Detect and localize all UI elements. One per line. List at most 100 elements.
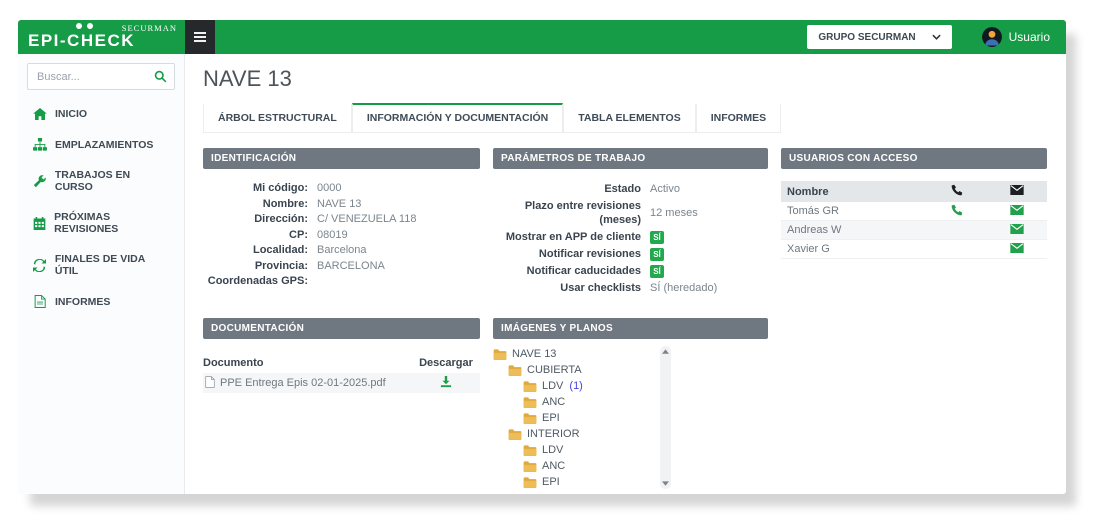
tree-item[interactable]: EPI bbox=[493, 410, 655, 426]
tab[interactable]: TABLA ELEMENTOS bbox=[563, 103, 695, 133]
field-value: NAVE 13 bbox=[317, 198, 480, 212]
main-content: NAVE 13 ÁRBOL ESTRUCTURAL INFORMACIÓN Y … bbox=[185, 54, 1066, 494]
group-selector[interactable]: GRUPO SECURMAN bbox=[807, 25, 951, 49]
tab[interactable]: INFORMACIÓN Y DOCUMENTACIÓN bbox=[352, 103, 563, 133]
tree-item[interactable]: ANC bbox=[493, 394, 655, 410]
user-name: Andreas W bbox=[781, 224, 927, 236]
users-table: Nombre Tomás GR bbox=[781, 181, 1047, 259]
phone-icon[interactable] bbox=[927, 204, 987, 219]
sidebar-item[interactable]: FINALES DE VIDA ÚTIL bbox=[18, 244, 184, 286]
sidebar-item[interactable]: EMPLAZAMIENTOS bbox=[18, 129, 184, 160]
tree-item[interactable]: LDV (1) bbox=[493, 378, 655, 394]
sidebar-item[interactable]: INICIO bbox=[18, 99, 184, 129]
sidebar-item[interactable]: TRABAJOS EN CURSO bbox=[18, 160, 184, 202]
tree-item-label: CUBIERTA bbox=[527, 364, 582, 376]
envelope-icon[interactable] bbox=[987, 205, 1047, 218]
home-icon bbox=[32, 108, 47, 120]
tree-item-label: EPI bbox=[542, 476, 560, 488]
identification-panel-header: IDENTIFICACIÓN bbox=[203, 148, 480, 169]
field-value bbox=[317, 275, 480, 289]
table-row: Andreas W bbox=[781, 221, 1047, 240]
users-access-panel: USUARIOS CON ACCESO Nombre Tomás GR bbox=[781, 148, 1047, 306]
brand-logo: SECURMAN EPI-CHECK bbox=[18, 20, 185, 54]
folder-icon bbox=[523, 381, 537, 392]
envelope-icon[interactable] bbox=[987, 224, 1047, 237]
tree-item[interactable]: NAVE 13 bbox=[493, 346, 655, 362]
tree-item[interactable]: INTERIOR bbox=[493, 426, 655, 442]
tree-item[interactable]: ANC bbox=[493, 458, 655, 474]
tab[interactable]: INFORMES bbox=[696, 103, 781, 133]
sidebar-nav: INICIO EMPLAZAMIENTOS TRABAJOS EN CURSO bbox=[18, 99, 184, 317]
tree-item[interactable]: CUBIERTA bbox=[493, 362, 655, 378]
scroll-down-icon[interactable] bbox=[662, 481, 669, 486]
document-name[interactable]: PPE Entrega Epis 02-01-2025.pdf bbox=[220, 377, 386, 389]
field-value: SÍ bbox=[650, 265, 664, 278]
file-pdf-icon bbox=[32, 295, 47, 308]
users-name-column: Nombre bbox=[781, 186, 927, 198]
field-value: Barcelona bbox=[317, 244, 480, 258]
identification-fields: Mi código: 0000 Nombre: NAVE 13 Direcció… bbox=[203, 182, 480, 289]
field-label: CP: bbox=[203, 229, 308, 243]
calendar-icon bbox=[32, 217, 46, 230]
user-name: Xavier G bbox=[781, 243, 927, 255]
users-table-header: Nombre bbox=[781, 181, 1047, 202]
tree-item-label: EPI bbox=[542, 412, 560, 424]
field-value: SÍ bbox=[650, 231, 664, 244]
page-title: NAVE 13 bbox=[203, 66, 1048, 92]
users-table-body: Tomás GR Andreas W bbox=[781, 202, 1047, 259]
field-value: C/ VENEZUELA 118 bbox=[317, 213, 480, 227]
download-column: Descargar bbox=[412, 357, 480, 369]
sync-icon bbox=[32, 259, 47, 272]
work-params-panel: PARÁMETROS DE TRABAJO Estado Activo Plaz… bbox=[493, 148, 768, 306]
sidebar-item[interactable]: PRÓXIMAS REVISIONES bbox=[18, 202, 184, 244]
field-value: 12 meses bbox=[650, 206, 768, 220]
folder-icon bbox=[523, 397, 537, 408]
tree-item-count: (1) bbox=[569, 380, 582, 392]
wrench-icon bbox=[32, 175, 47, 188]
field-label: Provincia: bbox=[203, 260, 308, 274]
field-value: Activo bbox=[650, 182, 768, 196]
scroll-up-icon[interactable] bbox=[662, 349, 669, 354]
sidebar-item-label: EMPLAZAMIENTOS bbox=[55, 139, 153, 151]
sidebar-item-label: TRABAJOS EN CURSO bbox=[55, 169, 170, 193]
tree-item-label: NAVE 13 bbox=[512, 348, 556, 360]
app-window: SECURMAN EPI-CHECK GRUPO SECURMAN bbox=[18, 20, 1066, 494]
folder-icon bbox=[523, 413, 537, 424]
field-value: SÍ (heredado) bbox=[650, 281, 768, 295]
sidebar: INICIO EMPLAZAMIENTOS TRABAJOS EN CURSO bbox=[18, 54, 185, 494]
images-plans-panel: IMÁGENES Y PLANOS NAVE 13 bbox=[493, 318, 768, 489]
field-label: Plazo entre revisiones (meses) bbox=[493, 199, 641, 227]
file-icon bbox=[205, 376, 215, 391]
logo-dots-icon bbox=[76, 23, 93, 29]
documents-table-body: PPE Entrega Epis 02-01-2025.pdf bbox=[203, 373, 480, 393]
tree-item[interactable]: EPI bbox=[493, 474, 655, 489]
envelope-icon[interactable] bbox=[987, 243, 1047, 256]
tree-scrollbar[interactable] bbox=[660, 346, 671, 489]
tab-bar: ÁRBOL ESTRUCTURAL INFORMACIÓN Y DOCUMENT… bbox=[203, 103, 1048, 133]
folder-icon bbox=[523, 461, 537, 472]
menu-toggle-button[interactable] bbox=[185, 20, 215, 54]
tab[interactable]: ÁRBOL ESTRUCTURAL bbox=[203, 103, 352, 133]
documents-panel: DOCUMENTACIÓN Documento Descargar bbox=[203, 318, 480, 489]
folder-icon bbox=[493, 349, 507, 360]
field-value: 08019 bbox=[317, 229, 480, 243]
group-selector-value: GRUPO SECURMAN bbox=[818, 32, 915, 43]
field-label: Estado bbox=[493, 182, 641, 196]
folder-tree-items: NAVE 13 CUBIERTA bbox=[493, 346, 655, 489]
user-menu[interactable]: Usuario bbox=[982, 20, 1050, 54]
search-icon[interactable] bbox=[154, 70, 167, 88]
folder-icon bbox=[523, 445, 537, 456]
tree-item[interactable]: LDV bbox=[493, 442, 655, 458]
user-name: Tomás GR bbox=[781, 205, 927, 217]
sidebar-item[interactable]: INFORMES bbox=[18, 286, 184, 317]
field-label: Notificar caducidades bbox=[493, 264, 641, 278]
field-label: Notificar revisiones bbox=[493, 247, 641, 261]
download-icon[interactable] bbox=[412, 376, 480, 391]
images-plans-panel-header: IMÁGENES Y PLANOS bbox=[493, 318, 768, 339]
sidebar-item-label: FINALES DE VIDA ÚTIL bbox=[55, 253, 170, 277]
documents-table-header: Documento Descargar bbox=[203, 353, 480, 373]
sidebar-item-label: INFORMES bbox=[55, 296, 110, 308]
field-label: Usar checklists bbox=[493, 281, 641, 295]
identification-panel: IDENTIFICACIÓN Mi código: 0000 Nombre: N… bbox=[203, 148, 480, 306]
search-input[interactable] bbox=[27, 63, 175, 90]
